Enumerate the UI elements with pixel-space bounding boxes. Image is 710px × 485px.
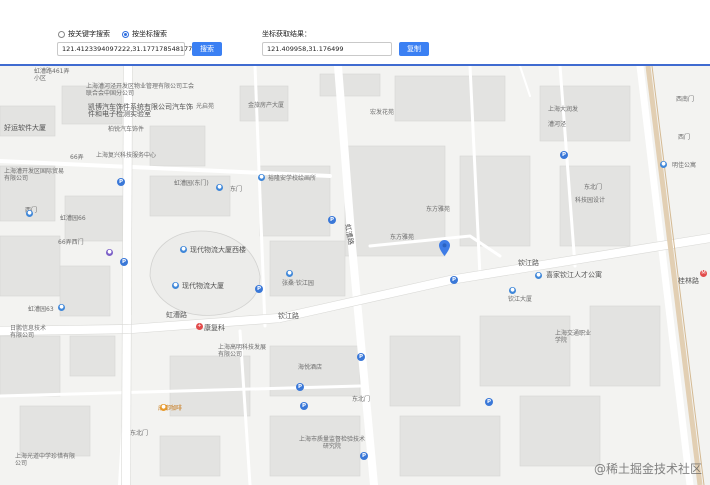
metro-icon: M bbox=[700, 270, 707, 277]
map-label: 虹漕园63 bbox=[28, 306, 54, 313]
road-label: 桂林路 bbox=[678, 277, 699, 285]
radio-keyword-search[interactable]: 按关键字搜索 bbox=[58, 29, 110, 39]
radio-coordinate-label[interactable]: 按坐标搜索 bbox=[132, 29, 167, 39]
map-label: 张桑·钦江园 bbox=[282, 280, 314, 287]
road-label: 钦江路 bbox=[518, 259, 539, 267]
parking-icon: P bbox=[560, 151, 568, 159]
map-label: 康复科 bbox=[204, 324, 225, 332]
map-label: 上海漕开发区国际贸易有限公司 bbox=[4, 168, 65, 182]
parking-icon: P bbox=[450, 276, 458, 284]
map-label: 海悦酒店 bbox=[298, 364, 323, 371]
watermark-text: @稀土掘金技术社区 bbox=[593, 462, 702, 476]
search-toolbar: 按关键字搜索 按坐标搜索 121.4123394097222,31.177178… bbox=[0, 0, 710, 66]
parking-icon: P bbox=[296, 383, 304, 391]
map-label: 上海市质量监督检验技术研究院 bbox=[298, 436, 365, 450]
map-label: 上海交通职业学院 bbox=[555, 330, 592, 344]
map-label: 光启苑 bbox=[196, 103, 215, 110]
building-icon: ● bbox=[58, 304, 65, 311]
map-label: 日鹏信息技术有限公司 bbox=[10, 325, 47, 339]
map-label: 西门 bbox=[678, 134, 691, 141]
building-icon: ● bbox=[660, 161, 667, 168]
road-label: 虹漕路 bbox=[166, 311, 187, 319]
result-coordinate-field[interactable]: 121.409958,31.176499 bbox=[262, 42, 392, 56]
map-label: 钦江大厦 bbox=[508, 296, 533, 303]
map-label: 上海大润发 bbox=[548, 106, 579, 113]
map-base bbox=[0, 66, 710, 485]
shop-icon: ● bbox=[106, 249, 113, 256]
map-label: 喜家钦江人才公寓 bbox=[546, 271, 602, 279]
map-label: 东门 bbox=[230, 186, 243, 193]
radio-keyword-label[interactable]: 按关键字搜索 bbox=[68, 29, 110, 39]
location-marker-icon[interactable] bbox=[439, 240, 450, 256]
coordinate-search-input[interactable]: 121.4123394097222,31.17717854817708 bbox=[57, 42, 201, 56]
parking-icon: P bbox=[328, 216, 336, 224]
search-button[interactable]: 搜索 bbox=[192, 42, 222, 56]
search-mode-group: 按关键字搜索 按坐标搜索 bbox=[58, 29, 167, 39]
map-label: 上海高明科技发展有限公司 bbox=[218, 344, 267, 358]
map-label: 东方雅苑 bbox=[426, 206, 451, 213]
building-icon: ● bbox=[535, 272, 542, 279]
map-label: 上海复兴科技服务中心 bbox=[96, 152, 157, 159]
copy-button[interactable]: 复制 bbox=[399, 42, 429, 56]
map-label: 漕河泾 bbox=[548, 121, 567, 128]
map-label: 上海漕河泾开发区物业管理有限公司工会联合会中国分公司 bbox=[86, 83, 195, 97]
map-label: 66弄西门 bbox=[58, 239, 84, 246]
map-label: 上海光道中学珍惜有限公司 bbox=[15, 453, 76, 467]
parking-icon: P bbox=[360, 452, 368, 460]
result-label: 坐标获取结果： bbox=[262, 30, 311, 38]
building-icon: ● bbox=[216, 184, 223, 191]
building-icon: ● bbox=[26, 210, 33, 217]
parking-icon: P bbox=[120, 258, 128, 266]
map-label: 东北门 bbox=[352, 396, 371, 403]
building-icon: ● bbox=[172, 282, 179, 289]
map-label: 东方雅苑 bbox=[390, 234, 415, 241]
map-label: 东北门 bbox=[130, 430, 149, 437]
radio-coordinate-search[interactable]: 按坐标搜索 bbox=[122, 29, 167, 39]
parking-icon: P bbox=[300, 402, 308, 410]
road-label: 钦江路 bbox=[278, 312, 299, 320]
parking-icon: P bbox=[485, 398, 493, 406]
hospital-icon: + bbox=[196, 323, 203, 330]
map-label: 虹漕路461弄小区 bbox=[34, 68, 70, 82]
parking-icon: P bbox=[255, 285, 263, 293]
cafe-icon: ● bbox=[160, 404, 167, 411]
map-label: 好运软件大厦 bbox=[4, 124, 46, 132]
building-icon: ● bbox=[180, 246, 187, 253]
map-canvas[interactable]: 虹漕路 钦江路 虹漕路 钦江路 桂林路 上海漕河泾开发区物业管理有限公司工会联合… bbox=[0, 66, 710, 485]
school-icon: ● bbox=[258, 174, 265, 181]
radio-coordinate-indicator[interactable] bbox=[122, 30, 129, 38]
map-label: 明佳公寓 bbox=[672, 162, 697, 169]
building-icon: ● bbox=[286, 270, 293, 277]
map-label: 柏锐汽车饰件 bbox=[108, 126, 145, 133]
radio-keyword-indicator[interactable] bbox=[58, 30, 65, 38]
map-label: 东北门 bbox=[584, 184, 603, 191]
map-label: 虹漕园(东门) bbox=[174, 180, 209, 187]
map-label: 虹漕园66 bbox=[60, 215, 86, 222]
building-icon: ● bbox=[509, 287, 516, 294]
map-label: 西南门 bbox=[676, 96, 695, 103]
map-label: 裕隆安学校绘画所 bbox=[268, 175, 317, 182]
map-label: 金旅房产大厦 bbox=[248, 102, 285, 109]
map-label: 现代物流大厦西楼 bbox=[190, 246, 246, 254]
map-label: 科技园设计 bbox=[575, 197, 606, 204]
parking-icon: P bbox=[357, 353, 365, 361]
map-label: 现代物流大厦 bbox=[182, 282, 224, 290]
map-label: 66弄 bbox=[70, 154, 84, 161]
map-label: 凯博汽车饰件系统有限公司汽车饰件和电子检测实验室 bbox=[88, 103, 193, 118]
map-label: 宏发花苑 bbox=[370, 109, 395, 116]
parking-icon: P bbox=[117, 178, 125, 186]
